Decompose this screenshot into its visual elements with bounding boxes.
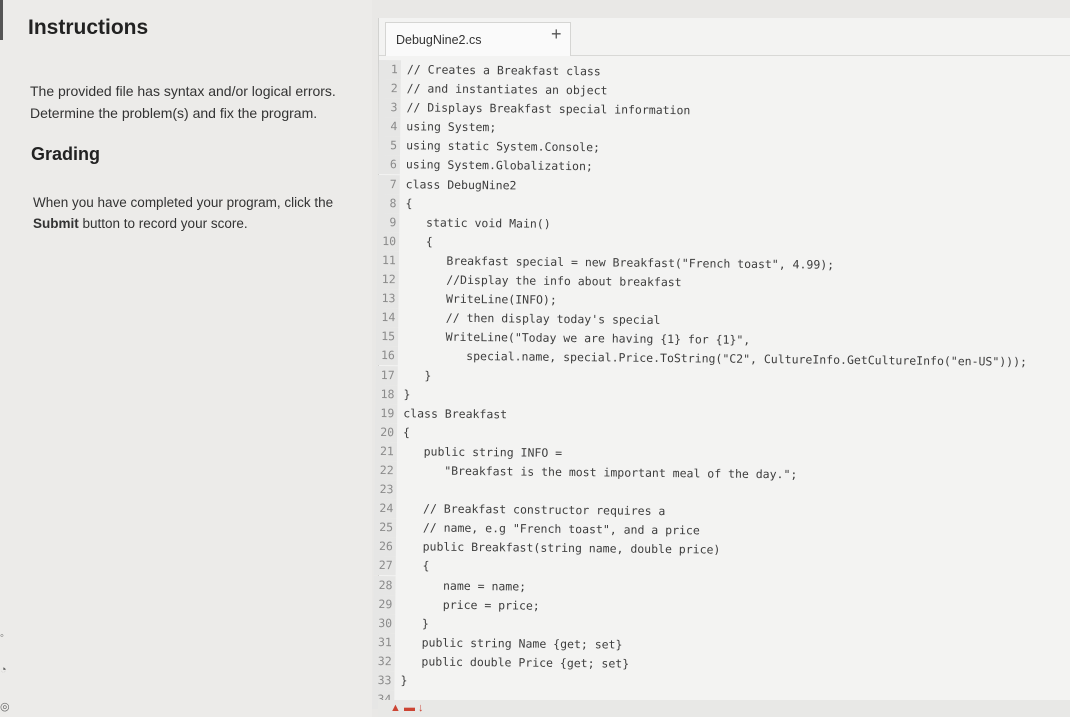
- code-text[interactable]: {: [402, 557, 430, 576]
- code-text[interactable]: class Breakfast: [403, 404, 507, 424]
- line-number: 25: [374, 518, 397, 538]
- code-text[interactable]: name = name;: [401, 576, 526, 596]
- bottom-toolbar-icon[interactable]: ▲ ▬ ↓: [390, 702, 424, 714]
- add-tab-button[interactable]: +: [551, 24, 562, 45]
- code-text[interactable]: class DebugNine2: [406, 175, 517, 195]
- code-text[interactable]: }: [403, 385, 410, 404]
- code-text[interactable]: public string Name {get; set}: [401, 633, 623, 654]
- grading-line-2: Submit button to record your score.: [33, 213, 363, 234]
- panel-edge-marker: [0, 0, 3, 40]
- side-glyph-icon: ◦: [0, 630, 4, 642]
- code-text[interactable]: using System.Globalization;: [406, 156, 593, 177]
- line-number: 30: [373, 613, 396, 633]
- line-number: 15: [376, 327, 399, 347]
- instructions-line-1: The provided file has syntax and/or logi…: [30, 83, 336, 99]
- line-number: 27: [373, 556, 396, 576]
- code-area[interactable]: 1 // Creates a Breakfast class 2 // and ins…: [372, 60, 1070, 716]
- line-number: 6: [377, 155, 400, 175]
- code-text[interactable]: {: [403, 423, 410, 442]
- line-number: 18: [375, 384, 398, 404]
- code-text[interactable]: // Breakfast constructor requires a: [402, 499, 665, 521]
- line-number: 22: [374, 460, 397, 481]
- line-number: 23: [374, 480, 397, 500]
- code-text[interactable]: // then display today's special: [404, 308, 661, 330]
- code-text[interactable]: {: [405, 232, 433, 251]
- line-number: 4: [378, 117, 401, 137]
- instructions-panel: Instructions The provided file has synta…: [0, 0, 372, 717]
- tab-debugnine2[interactable]: DebugNine2.cs: [385, 22, 571, 56]
- instructions-title: Instructions: [28, 16, 149, 39]
- code-text[interactable]: public string INFO =: [403, 442, 563, 463]
- code-text[interactable]: // and instantiates an object: [407, 79, 608, 100]
- line-number: 12: [376, 270, 399, 290]
- line-number: 33: [372, 670, 395, 691]
- code-text[interactable]: WriteLine(INFO);: [404, 289, 557, 310]
- line-number: 20: [375, 422, 398, 442]
- line-number: 26: [373, 537, 397, 557]
- code-text[interactable]: // Creates a Breakfast class: [407, 60, 601, 81]
- line-number: 28: [373, 575, 396, 595]
- code-text[interactable]: }: [400, 671, 407, 690]
- code-text[interactable]: using System;: [406, 118, 496, 138]
- line-number: 7: [377, 174, 400, 194]
- code-text[interactable]: price = price;: [401, 595, 540, 615]
- line-number: 17: [375, 365, 398, 385]
- side-settings-icon[interactable]: ◎: [0, 700, 10, 713]
- line-number: 9: [377, 212, 400, 232]
- line-number: 10: [377, 231, 400, 252]
- code-text[interactable]: }: [401, 614, 429, 633]
- line-number: 16: [375, 346, 398, 366]
- code-text[interactable]: {: [405, 194, 412, 213]
- line-number: 1: [378, 60, 401, 80]
- code-text[interactable]: }: [404, 366, 432, 385]
- line-number: 29: [373, 594, 396, 614]
- grading-line-1: When you have completed your program, cl…: [33, 195, 334, 210]
- line-number: 3: [378, 98, 401, 118]
- line-number: 5: [378, 136, 401, 156]
- line-number: 13: [376, 289, 399, 309]
- submit-word: Submit: [33, 216, 79, 231]
- side-help-icon[interactable]: ◔: [0, 664, 7, 676]
- line-number: 19: [375, 403, 398, 423]
- line-number: 14: [376, 308, 399, 328]
- line-number: 8: [377, 193, 400, 213]
- line-number: 24: [374, 499, 397, 519]
- editor-bottom-bar: ▲ ▬ ↓: [378, 700, 1070, 717]
- editor-tab-bar: DebugNine2.cs +: [379, 18, 1070, 56]
- instructions-text: The provided file has syntax and/or logi…: [30, 80, 360, 124]
- line-number: 2: [378, 79, 401, 99]
- code-editor[interactable]: DebugNine2.cs + 1 // Creates a Breakfast …: [372, 18, 1070, 717]
- grading-title: Grading: [31, 144, 101, 164]
- code-text[interactable]: public double Price {get; set}: [401, 652, 630, 673]
- instructions-line-2: Determine the problem(s) and fix the pro…: [30, 105, 318, 121]
- grading-text: When you have completed your program, cl…: [33, 192, 363, 234]
- line-number: 11: [376, 250, 399, 271]
- line-number: 31: [372, 632, 396, 653]
- line-number: 21: [374, 441, 397, 462]
- code-text[interactable]: using static System.Console;: [406, 137, 600, 158]
- grading-line-2-rest: button to record your score.: [78, 216, 248, 231]
- code-text[interactable]: static void Main(): [405, 213, 551, 234]
- tab-label: DebugNine2.cs: [396, 33, 482, 47]
- line-number: 32: [372, 651, 395, 672]
